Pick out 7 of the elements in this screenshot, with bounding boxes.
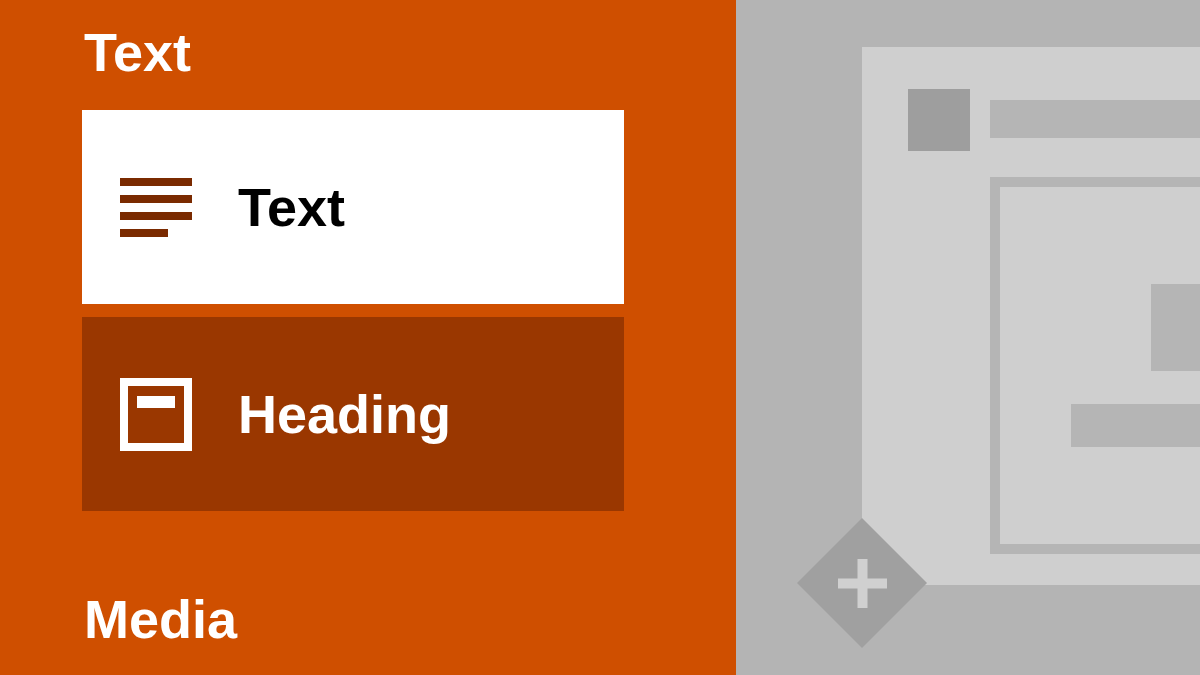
block-list-item[interactable]: Text bbox=[82, 110, 624, 304]
section-title: Text bbox=[84, 22, 192, 82]
block-list-item[interactable]: Heading bbox=[82, 317, 624, 511]
heading-frame-icon bbox=[120, 377, 192, 451]
text-lines-icon bbox=[120, 177, 192, 237]
plus-icon bbox=[837, 558, 887, 608]
section-title: Media bbox=[84, 589, 238, 649]
